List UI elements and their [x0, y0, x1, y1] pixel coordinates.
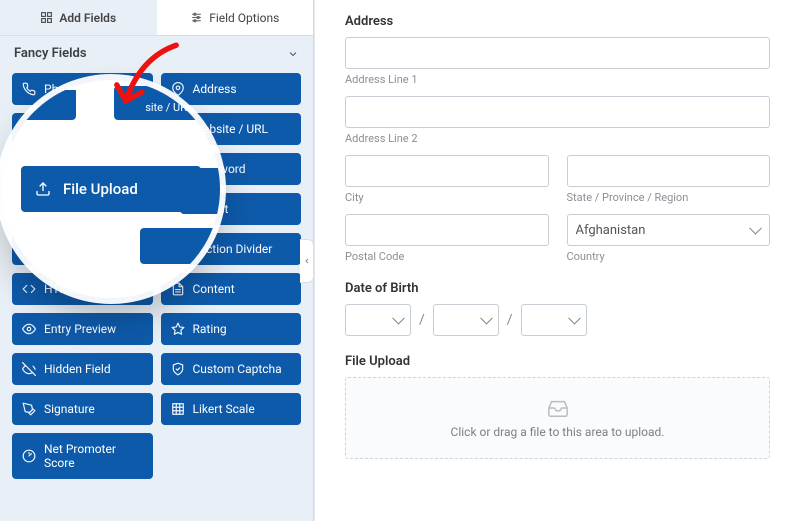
field-rating-label: Rating	[193, 322, 227, 336]
chevron-down-icon	[287, 48, 299, 60]
group-title: Fancy Fields	[14, 46, 87, 61]
tab-add-fields-label: Add Fields	[59, 11, 116, 25]
grid-plus-icon	[40, 11, 53, 24]
file-upload-dropzone[interactable]: Click or drag a file to this area to upl…	[345, 377, 770, 459]
group-fancy-fields[interactable]: Fancy Fields	[0, 36, 313, 69]
star-icon	[171, 322, 185, 336]
field-nps-label: Net Promoter Score	[44, 442, 143, 470]
field-content-label: Content	[193, 282, 235, 296]
tab-field-options[interactable]: Field Options	[157, 0, 314, 35]
dob-year-select[interactable]	[521, 304, 587, 336]
form-preview: Address Address Line 1 Address Line 2 Ci…	[314, 0, 800, 521]
field-custom-captcha-label: Custom Captcha	[193, 362, 282, 376]
dob-month-select[interactable]	[345, 304, 411, 336]
address-city-input[interactable]	[345, 155, 549, 187]
pen-icon	[22, 402, 36, 416]
field-signature[interactable]: Signature	[12, 393, 153, 425]
inbox-icon	[547, 397, 569, 419]
address-line1-sublabel: Address Line 1	[345, 73, 770, 86]
field-likert-scale-label: Likert Scale	[193, 402, 255, 416]
shield-check-icon	[171, 362, 185, 376]
sliders-icon	[190, 11, 203, 24]
field-likert-scale[interactable]: Likert Scale	[161, 393, 302, 425]
magnified-file-upload-field[interactable]: File Upload	[21, 166, 201, 212]
file-text-icon	[171, 282, 185, 296]
address-line2-sublabel: Address Line 2	[345, 132, 770, 145]
magnifier-peek-top-label: site / URL	[145, 101, 193, 114]
field-signature-label: Signature	[44, 402, 95, 416]
field-custom-captcha[interactable]: Custom Captcha	[161, 353, 302, 385]
chevron-left-icon	[303, 257, 311, 265]
preview-file-upload-field: File Upload Click or drag a file to this…	[345, 354, 770, 459]
address-line2-input[interactable]	[345, 96, 770, 128]
preview-address-field: Address Address Line 1 Address Line 2 Ci…	[345, 14, 770, 263]
field-entry-preview[interactable]: Entry Preview	[12, 313, 153, 345]
preview-dob-field: Date of Birth / /	[345, 281, 770, 336]
file-upload-hint: Click or drag a file to this area to upl…	[451, 425, 665, 439]
upload-icon	[35, 181, 51, 197]
dob-sep-2: /	[507, 312, 513, 328]
field-nps[interactable]: Net Promoter Score	[12, 433, 153, 479]
address-line1-input[interactable]	[345, 37, 770, 69]
address-state-sublabel: State / Province / Region	[567, 191, 771, 204]
address-city-sublabel: City	[345, 191, 549, 204]
field-entry-preview-label: Entry Preview	[44, 322, 116, 336]
tab-field-options-label: Field Options	[209, 11, 279, 25]
field-hidden-field[interactable]: Hidden Field	[12, 353, 153, 385]
collapse-sidebar-handle[interactable]	[300, 239, 314, 283]
eye-off-icon	[22, 362, 36, 376]
address-postal-input[interactable]	[345, 214, 549, 246]
address-state-input[interactable]	[567, 155, 771, 187]
code-icon	[22, 282, 36, 296]
gauge-icon	[22, 449, 36, 463]
file-upload-label: File Upload	[345, 354, 770, 369]
field-hidden-field-label: Hidden Field	[44, 362, 111, 376]
dob-label: Date of Birth	[345, 281, 770, 296]
magnified-file-upload-label: File Upload	[63, 180, 138, 198]
eye-icon	[22, 322, 36, 336]
tab-add-fields[interactable]: Add Fields	[0, 0, 157, 35]
address-postal-sublabel: Postal Code	[345, 250, 549, 263]
grid-icon	[171, 402, 185, 416]
dob-day-select[interactable]	[433, 304, 499, 336]
address-country-select[interactable]: Afghanistan	[567, 214, 771, 246]
address-country-sublabel: Country	[567, 250, 771, 263]
sidebar-tabs: Add Fields Field Options	[0, 0, 313, 36]
field-rating[interactable]: Rating	[161, 313, 302, 345]
field-content[interactable]: Content	[161, 273, 302, 305]
magnifier-annotation: site / URL File Upload	[2, 80, 220, 298]
dob-sep-1: /	[419, 312, 425, 328]
address-label: Address	[345, 14, 770, 29]
